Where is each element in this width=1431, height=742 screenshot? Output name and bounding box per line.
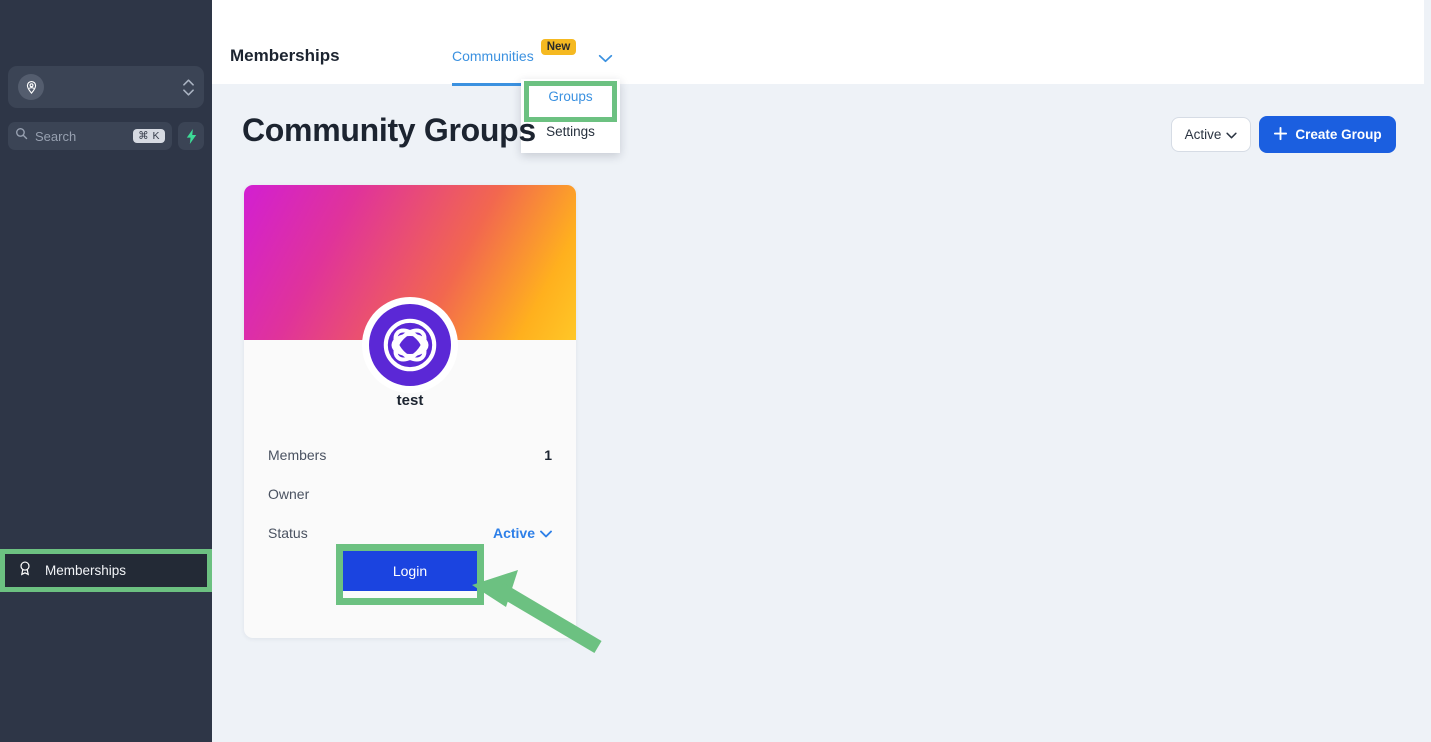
status-filter-label: Active (1184, 127, 1222, 142)
owner-label: Owner (268, 485, 310, 502)
members-label: Members (268, 446, 327, 463)
chevron-down-icon[interactable] (598, 50, 613, 68)
card-group-name: test (396, 392, 424, 409)
page-title: Community Groups (242, 112, 536, 148)
card-row-members: Members 1 (244, 435, 576, 474)
search-icon (15, 127, 28, 145)
create-group-button[interactable]: Create Group (1259, 116, 1396, 153)
app-header: Memberships Communities New (212, 0, 1424, 86)
plus-icon (1273, 126, 1288, 144)
workspace-selector[interactable] (8, 66, 204, 108)
card-detail-rows: Members 1 Owner Status Active (244, 435, 576, 552)
sidebar-item-label: Memberships (45, 563, 127, 578)
create-group-label: Create Group (1295, 127, 1382, 142)
search-placeholder: Search (35, 128, 77, 144)
tab-communities[interactable]: Communities New (452, 39, 577, 64)
sidebar-item-memberships[interactable]: Memberships (5, 554, 207, 587)
page-header-title: Memberships (230, 46, 340, 65)
avatar (362, 297, 458, 393)
search-input[interactable]: Search ⌘ K (8, 122, 172, 150)
award-ribbon-icon (17, 560, 33, 581)
chevron-down-icon (1226, 127, 1237, 142)
search-shortcut-badge: ⌘ K (133, 128, 165, 144)
chevron-down-icon (540, 525, 552, 541)
status-badge[interactable]: Active (493, 525, 552, 541)
community-logo-icon (369, 304, 451, 386)
groups-highlight-box (524, 81, 617, 122)
sidebar: Search ⌘ K Memberships (0, 0, 212, 742)
tab-communities-label: Communities (452, 48, 534, 64)
person-pin-icon (18, 74, 44, 100)
chevron-updown-icon[interactable] (183, 78, 194, 96)
sidebar-search-row: Search ⌘ K (8, 122, 204, 150)
members-value: 1 (544, 446, 552, 463)
card-row-owner: Owner (244, 474, 576, 513)
status-value: Active (492, 524, 535, 541)
new-badge: New (540, 39, 577, 55)
login-highlight-box (336, 544, 484, 605)
status-filter-button[interactable]: Active (1171, 117, 1251, 152)
lightning-bolt-icon[interactable] (178, 122, 204, 150)
status-label: Status (268, 524, 308, 541)
